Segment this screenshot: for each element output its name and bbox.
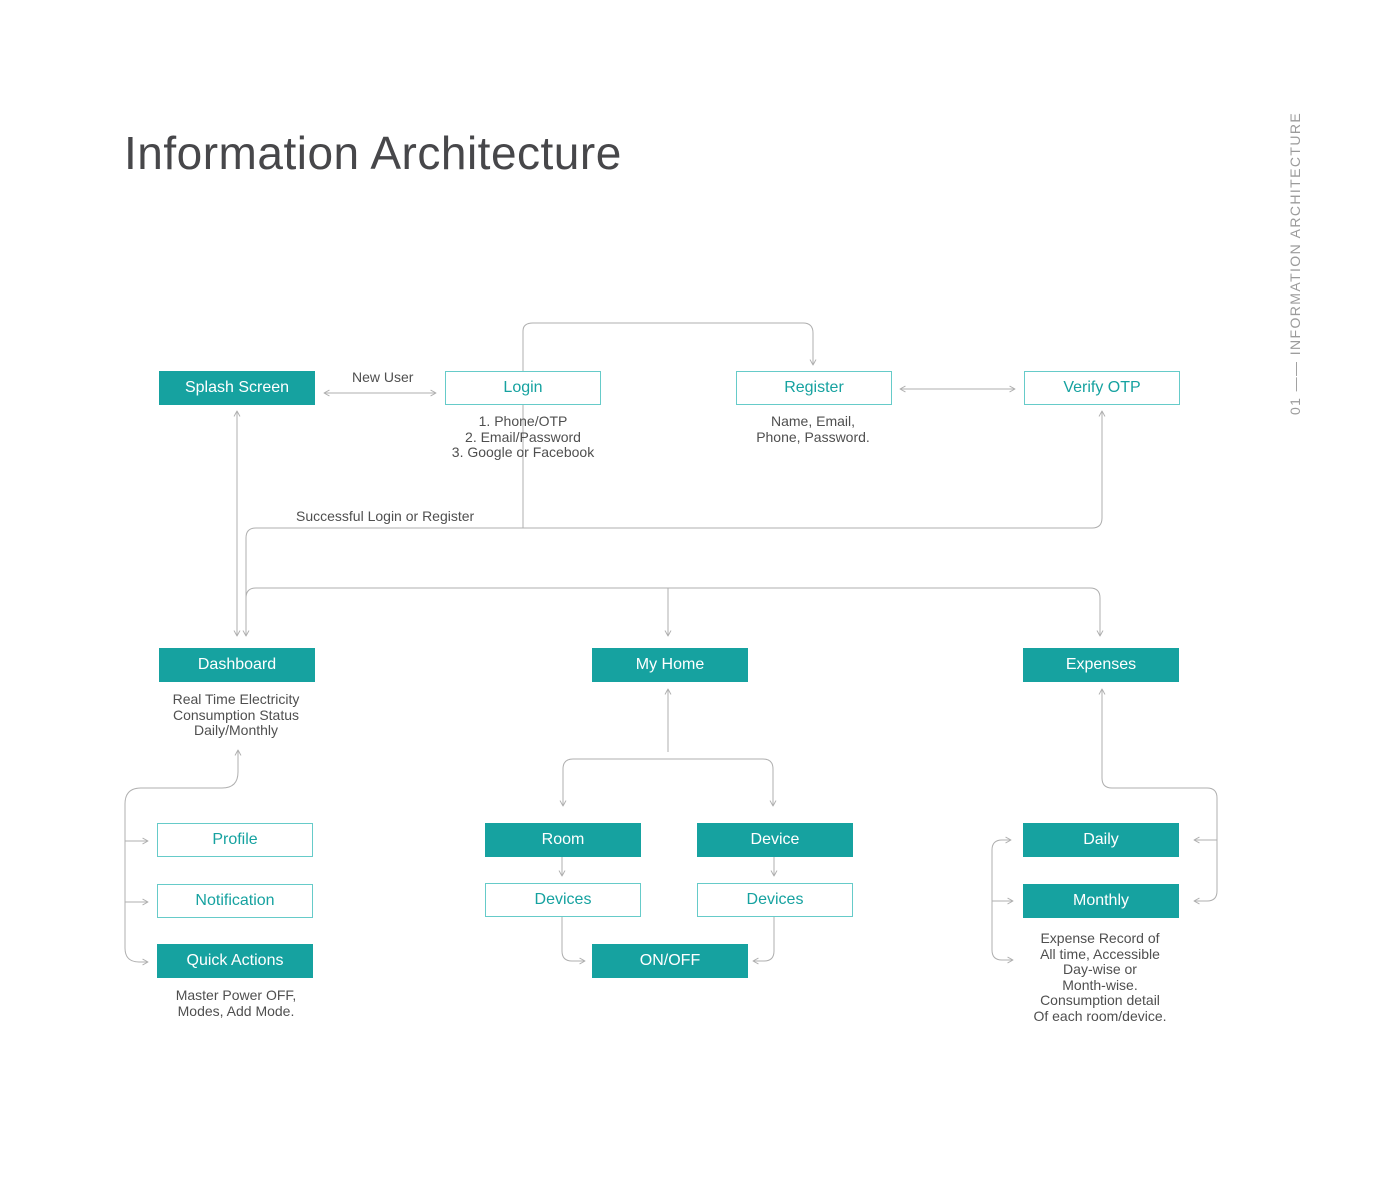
node-label: Splash Screen: [184, 379, 290, 396]
side-page-label: 01 ―― INFORMATION ARCHITECTURE: [1287, 111, 1303, 415]
node-room: Room: [485, 823, 641, 857]
node-label: Device: [750, 831, 800, 848]
node-label: Dashboard: [197, 656, 277, 673]
node-login: Login: [445, 371, 601, 405]
node-room-devices: Devices: [485, 883, 641, 917]
node-on-off: ON/OFF: [592, 944, 748, 978]
node-daily: Daily: [1023, 823, 1179, 857]
node-label: Notification: [195, 892, 275, 909]
register-note: Name, Email, Phone, Password.: [756, 413, 870, 445]
node-dashboard: Dashboard: [159, 648, 315, 682]
page-title: Information Architecture: [124, 127, 622, 179]
node-label: Monthly: [1072, 892, 1130, 909]
edge-main-rail: [245, 587, 1104, 637]
node-device-devices: Devices: [697, 883, 853, 917]
node-profile: Profile: [157, 823, 313, 857]
edge-login-register-loop: [522, 322, 817, 371]
node-monthly: Monthly: [1023, 884, 1179, 918]
node-verify-otp: Verify OTP: [1024, 371, 1180, 405]
node-my-home: My Home: [592, 648, 748, 682]
node-quick-actions: Quick Actions: [157, 944, 313, 978]
edge-myhome-split: [559, 758, 777, 807]
edge-label-new-user: New User: [352, 369, 414, 385]
dashboard-note: Real Time Electricity Consumption Status…: [172, 691, 300, 738]
information-architecture-page: Information Architecture 01 ―― INFORMATI…: [0, 0, 1400, 1178]
node-expenses: Expenses: [1023, 648, 1179, 682]
node-label: Register: [784, 379, 844, 396]
node-label: Room: [541, 831, 585, 848]
quick-actions-note: Master Power OFF, Modes, Add Mode.: [175, 987, 297, 1019]
node-label: Login: [503, 379, 543, 396]
node-register: Register: [736, 371, 892, 405]
edge-devices-onoff-left: [561, 917, 586, 965]
node-label: Quick Actions: [186, 952, 284, 969]
node-device: Device: [697, 823, 853, 857]
node-label: My Home: [635, 656, 705, 673]
node-label: Devices: [746, 891, 804, 908]
edge-label-success: Successful Login or Register: [296, 508, 475, 524]
node-label: Expenses: [1065, 656, 1137, 673]
node-label: Verify OTP: [1063, 379, 1141, 396]
node-splash-screen: Splash Screen: [159, 371, 315, 405]
edge-expenses-rail: [1098, 688, 1218, 905]
node-label: Daily: [1083, 831, 1119, 848]
edge-devices-onoff-right: [752, 917, 775, 965]
node-label: Profile: [212, 831, 258, 848]
expenses-note: Expense Record of All time, Accessible D…: [1033, 930, 1167, 1024]
node-label: Devices: [534, 891, 592, 908]
node-label: ON/OFF: [639, 952, 701, 969]
node-notification: Notification: [157, 884, 313, 918]
login-note: 1. Phone/OTP 2. Email/Password 3. Google…: [451, 413, 595, 460]
